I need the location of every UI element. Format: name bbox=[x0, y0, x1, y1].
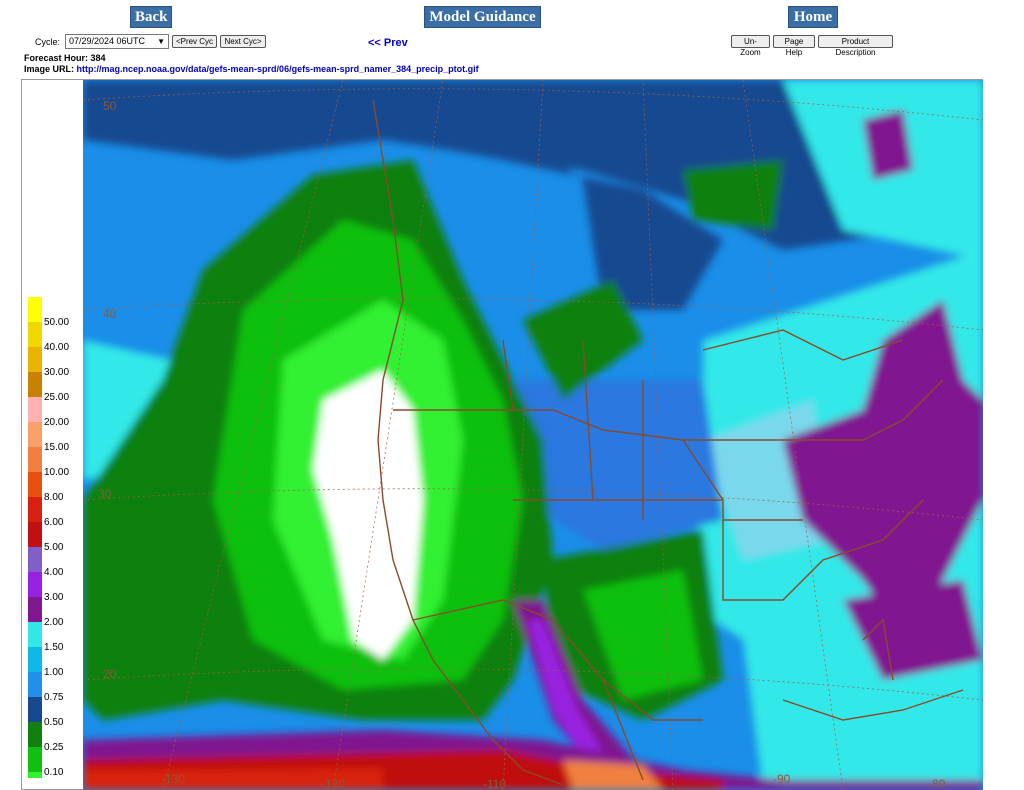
forecast-hour-value: 384 bbox=[90, 53, 106, 63]
colorbar-step: 20.00 bbox=[28, 397, 69, 428]
colorbar-step: 3.00 bbox=[28, 572, 63, 603]
colorbar-step: 40.00 bbox=[28, 322, 69, 353]
colorbar-swatch bbox=[28, 597, 42, 622]
colorbar-swatch bbox=[28, 747, 42, 772]
precip-map[interactable]: 50 40 30 20 -130 -120 -110 -90 -80 bbox=[83, 80, 983, 790]
colorbar-swatch bbox=[28, 347, 42, 372]
forecast-info: Forecast Hour: 384 Image URL: http://mag… bbox=[24, 53, 479, 75]
colorbar-step: 0.75 bbox=[28, 672, 63, 703]
colorbar-label: 1.00 bbox=[44, 667, 64, 678]
lon-label-90: -90 bbox=[773, 772, 791, 786]
back-button[interactable]: Back bbox=[130, 6, 172, 28]
colorbar-swatch bbox=[28, 547, 42, 572]
colorbar-label: 6.00 bbox=[44, 517, 64, 528]
colorbar-label: 0.50 bbox=[44, 717, 64, 728]
unzoom-button[interactable]: Un-Zoom bbox=[731, 35, 770, 57]
colorbar-label: 15.00 bbox=[44, 442, 70, 453]
cycle-select[interactable]: 07/29/2024 06UTC ▼ bbox=[65, 34, 169, 49]
colorbar-step: 8.00 bbox=[28, 472, 63, 503]
colorbar-swatch bbox=[28, 772, 42, 778]
forecast-hour-label: Forecast Hour: bbox=[24, 53, 89, 63]
precip-colorbar: 50.00 40.00 30.00 25.00 20.00 15.00 10.00 8.00 6… bbox=[28, 297, 69, 778]
colorbar-step: 10.00 bbox=[28, 447, 69, 478]
colorbar-swatch bbox=[28, 372, 42, 397]
colorbar-swatch bbox=[28, 697, 42, 722]
lon-label-120: -120 bbox=[321, 777, 345, 790]
cycle-value: 07/29/2024 06UTC bbox=[69, 36, 146, 46]
chevron-down-icon: ▼ bbox=[157, 37, 165, 46]
colorbar-label: 40.00 bbox=[44, 342, 70, 353]
prev-cycle-button[interactable]: <Prev Cyc bbox=[172, 35, 217, 48]
colorbar-step: 25.00 bbox=[28, 372, 69, 403]
colorbar-label: 50.00 bbox=[44, 317, 70, 328]
colorbar-step: 4.00 bbox=[28, 547, 63, 578]
lat-label-40: 40 bbox=[103, 307, 117, 321]
colorbar-swatch bbox=[28, 472, 42, 497]
colorbar-step: 0.10 bbox=[28, 747, 63, 778]
colorbar-swatch bbox=[28, 672, 42, 697]
colorbar-label: 20.00 bbox=[44, 417, 70, 428]
colorbar-swatch bbox=[28, 647, 42, 672]
colorbar-swatch bbox=[28, 297, 42, 322]
colorbar-swatch bbox=[28, 422, 42, 447]
product-description-button[interactable]: Product Description bbox=[818, 35, 893, 57]
colorbar-label: 1.50 bbox=[44, 642, 64, 653]
colorbar-label: 4.00 bbox=[44, 567, 64, 578]
colorbar-swatch bbox=[28, 322, 42, 347]
colorbar-swatch bbox=[28, 522, 42, 547]
colorbar-label: 5.00 bbox=[44, 542, 64, 553]
colorbar-swatch bbox=[28, 572, 42, 597]
colorbar-label: 0.75 bbox=[44, 692, 64, 703]
colorbar-swatch bbox=[28, 622, 42, 647]
colorbar-label: 8.00 bbox=[44, 492, 64, 503]
model-guidance-button[interactable]: Model Guidance bbox=[424, 6, 541, 28]
prev-link[interactable]: << Prev bbox=[368, 37, 408, 49]
colorbar-step: 1.50 bbox=[28, 622, 63, 653]
home-button[interactable]: Home bbox=[788, 6, 838, 28]
colorbar-step: 6.00 bbox=[28, 497, 63, 528]
colorbar-label: 0.25 bbox=[44, 742, 64, 753]
colorbar-step: 2.00 bbox=[28, 597, 63, 628]
colorbar-label: 30.00 bbox=[44, 367, 70, 378]
colorbar-step: 50.00 bbox=[28, 297, 69, 328]
colorbar-step: 5.00 bbox=[28, 522, 63, 553]
colorbar-swatch bbox=[28, 722, 42, 747]
lon-label-80: -80 bbox=[928, 777, 946, 790]
image-url-link[interactable]: http://mag.ncep.noaa.gov/data/gefs-mean-… bbox=[77, 64, 479, 74]
colorbar-step: 15.00 bbox=[28, 422, 69, 453]
next-cycle-button[interactable]: Next Cyc> bbox=[220, 35, 266, 48]
page-help-button[interactable]: Page Help bbox=[773, 35, 815, 57]
lat-label-50: 50 bbox=[103, 99, 117, 113]
image-url: Image URL: http://mag.ncep.noaa.gov/data… bbox=[24, 64, 479, 75]
colorbar-label: 10.00 bbox=[44, 467, 70, 478]
lat-label-30: 30 bbox=[98, 487, 112, 501]
image-url-label: Image URL: bbox=[24, 64, 75, 74]
lat-label-20: 20 bbox=[103, 667, 117, 681]
colorbar-swatch bbox=[28, 397, 42, 422]
colorbar-label: 2.00 bbox=[44, 617, 64, 628]
colorbar-label: 0.10 bbox=[44, 767, 64, 778]
cycle-label: Cycle: bbox=[35, 37, 61, 47]
lon-label-110: -110 bbox=[483, 777, 506, 790]
colorbar-step: 0.25 bbox=[28, 722, 63, 753]
colorbar-step: 1.00 bbox=[28, 647, 63, 678]
colorbar-label: 3.00 bbox=[44, 592, 64, 603]
colorbar-swatch bbox=[28, 447, 42, 472]
forecast-hour: Forecast Hour: 384 bbox=[24, 53, 479, 64]
lon-label-130: -130 bbox=[161, 772, 185, 786]
colorbar-step: 0.50 bbox=[28, 697, 63, 728]
colorbar-step: 30.00 bbox=[28, 347, 69, 378]
colorbar-swatch bbox=[28, 497, 42, 522]
colorbar-label: 25.00 bbox=[44, 392, 70, 403]
